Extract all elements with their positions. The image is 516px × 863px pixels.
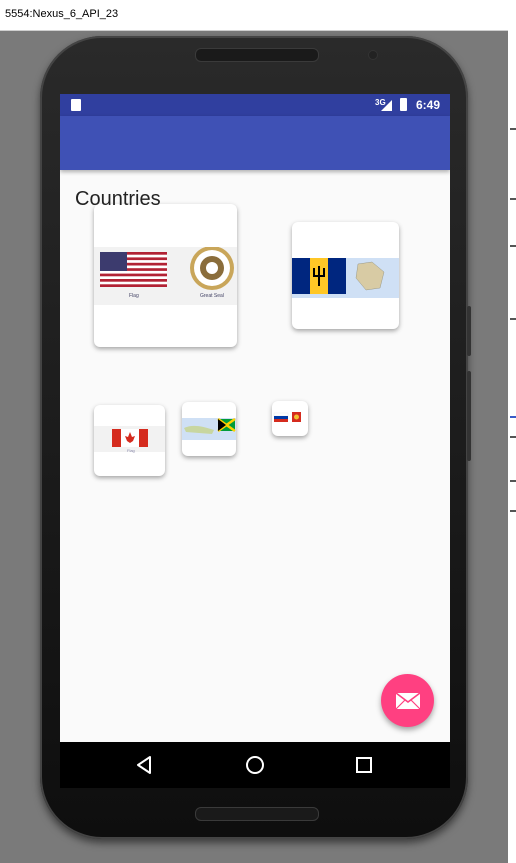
- background-window-edge: [508, 30, 516, 863]
- bottom-speaker: [195, 807, 319, 821]
- recents-button[interactable]: [352, 753, 376, 777]
- window-title: 5554:Nexus_6_API_23: [5, 8, 119, 20]
- power-button[interactable]: [467, 306, 471, 356]
- signal-icon: [381, 100, 392, 111]
- status-time: 6:49: [416, 98, 441, 112]
- flag-and-seal-image: Flag Great Seal: [94, 246, 237, 305]
- emulator-title-bar: 5554:Nexus_6_API_23: [0, 0, 516, 31]
- battery-icon: [400, 98, 407, 111]
- flag-caption: Flag: [129, 293, 139, 299]
- russia-flag-image: [273, 412, 301, 422]
- country-card-jamaica[interactable]: [182, 402, 236, 456]
- home-button[interactable]: [243, 753, 267, 777]
- home-icon: [246, 756, 264, 774]
- back-button[interactable]: [133, 753, 157, 777]
- sd-card-icon: [71, 99, 81, 111]
- country-card-barbados[interactable]: [292, 222, 399, 329]
- page-heading: Countries: [75, 188, 161, 210]
- flag-caption: Flag: [127, 448, 135, 453]
- status-bar: 3G 6:49: [60, 94, 450, 116]
- jamaica-flag-image: [182, 418, 236, 440]
- email-fab-button[interactable]: [381, 674, 434, 727]
- app-toolbar: [60, 116, 450, 170]
- country-card-united-states[interactable]: Flag Great Seal: [94, 204, 237, 347]
- volume-button[interactable]: [467, 371, 471, 461]
- front-camera: [368, 50, 378, 60]
- seal-caption: Great Seal: [200, 293, 224, 299]
- recents-icon: [356, 757, 372, 773]
- country-card-canada[interactable]: Flag: [94, 405, 165, 476]
- navigation-bar: [60, 742, 450, 788]
- back-icon: [137, 756, 151, 774]
- device-screen: 3G 6:49 Flag Great Seal Countries Flag: [60, 94, 450, 742]
- barbados-flag-image: [292, 258, 399, 298]
- top-speaker: [195, 48, 319, 62]
- country-card-russia[interactable]: [272, 401, 308, 436]
- mail-icon: [395, 692, 421, 710]
